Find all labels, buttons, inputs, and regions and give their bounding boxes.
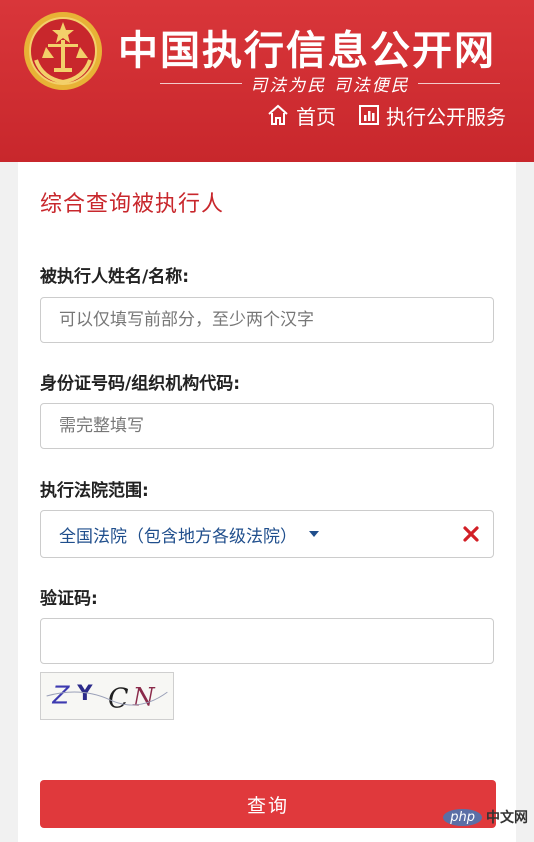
divider xyxy=(417,82,500,84)
id-label: 身份证号码/组织机构代码: xyxy=(40,374,241,394)
nav-services-label: 执行公开服务 xyxy=(386,104,506,129)
clear-icon[interactable] xyxy=(461,524,481,544)
svg-text:N: N xyxy=(132,683,156,712)
home-icon xyxy=(268,104,288,125)
site-header: 中国执行信息公开网 司法为民 司法便民 首页 执行公开服务 xyxy=(0,0,534,162)
php-logo: php xyxy=(443,808,482,826)
captcha-image[interactable]: Z Y C N xyxy=(40,672,174,720)
watermark-text: 中文网 xyxy=(486,810,528,826)
name-label: 被执行人姓名/名称: xyxy=(40,267,190,287)
bar-chart-icon xyxy=(359,105,379,125)
id-number-input[interactable] xyxy=(40,403,494,449)
captcha-label: 验证码: xyxy=(40,589,98,609)
captcha-input[interactable] xyxy=(40,618,494,664)
slogan: 司法为民 司法便民 xyxy=(250,75,410,96)
court-range-label: 执行法院范围: xyxy=(40,481,149,501)
query-form-card: 综合查询被执行人 被执行人姓名/名称: 身份证号码/组织机构代码: 执行法院范围… xyxy=(18,162,516,842)
form-title: 综合查询被执行人 xyxy=(40,192,225,217)
top-nav: 首页 执行公开服务 xyxy=(266,100,506,130)
nav-home[interactable]: 首页 xyxy=(266,101,336,130)
nav-enforcement-services[interactable]: 执行公开服务 xyxy=(358,101,506,130)
site-title: 中国执行信息公开网 xyxy=(118,28,496,74)
court-range-select[interactable]: 全国法院（包含地方各级法院） xyxy=(40,510,494,558)
divider xyxy=(160,82,243,84)
nav-home-label: 首页 xyxy=(296,104,336,129)
slogan-row: 司法为民 司法便民 xyxy=(160,72,500,96)
query-button[interactable]: 查询 xyxy=(40,780,496,828)
svg-text:Z: Z xyxy=(51,681,70,710)
watermark: php 中文网 xyxy=(443,806,528,828)
chevron-down-icon xyxy=(309,531,319,537)
court-range-value: 全国法院（包含地方各级法院） xyxy=(59,526,297,547)
court-emblem-icon xyxy=(24,12,102,90)
name-input[interactable] xyxy=(40,297,494,343)
svg-text:C: C xyxy=(108,684,129,715)
